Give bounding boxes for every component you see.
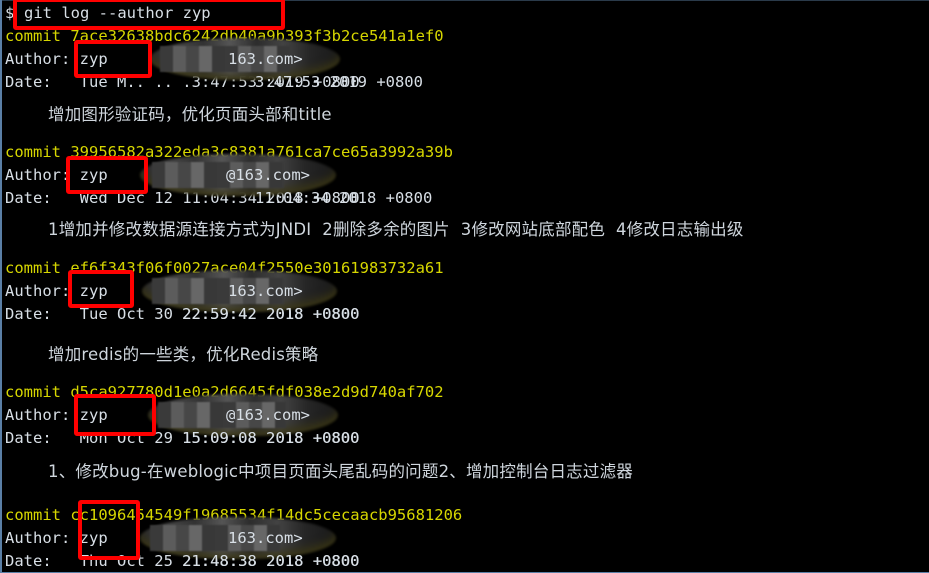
date-tail-3: 22:59:42 2018 +0800 (182, 305, 360, 323)
commit-message-4: 1、修改bug-在weblogic中项目页面头尾乱码的问题2、增加控制台日志过滤… (48, 462, 633, 481)
email-suffix-3: 163.com> (228, 282, 303, 300)
commit-message-1: 增加图形验证码，优化页面头部和title (48, 105, 332, 124)
annotation-box-command (13, 0, 285, 30)
email-suffix-1: 163.com> (228, 50, 303, 68)
email-suffix-5: 163.com> (228, 529, 303, 547)
date-tail-2: 11:04:34 2018 +0800 (255, 189, 433, 207)
annotation-box-author-4 (74, 394, 156, 436)
annotation-box-author-2 (66, 156, 148, 194)
annotation-box-author-3 (68, 270, 134, 308)
commit-message-3: 增加redis的一些类，优化Redis策略 (48, 345, 319, 364)
date-tail-1: 3:47:53 2019 +0800 (255, 73, 423, 91)
commit-message-2: 1增加并修改数据源连接方式为JNDI 2删除多余的图片 3修改网站底部配色 4修… (48, 220, 744, 239)
annotation-box-author-1 (74, 40, 152, 78)
email-suffix-4: @163.com> (226, 406, 310, 424)
email-suffix-2: @163.com> (226, 166, 310, 184)
window-left-border (0, 0, 2, 573)
terminal-window: $ git log --author zyp commit 7ace32638b… (0, 0, 929, 573)
annotation-box-author-5 (78, 500, 140, 560)
date-tail-5: 21:48:38 2018 +0800 (182, 552, 360, 570)
date-tail-4: 15:09:08 2018 +0800 (182, 429, 360, 447)
